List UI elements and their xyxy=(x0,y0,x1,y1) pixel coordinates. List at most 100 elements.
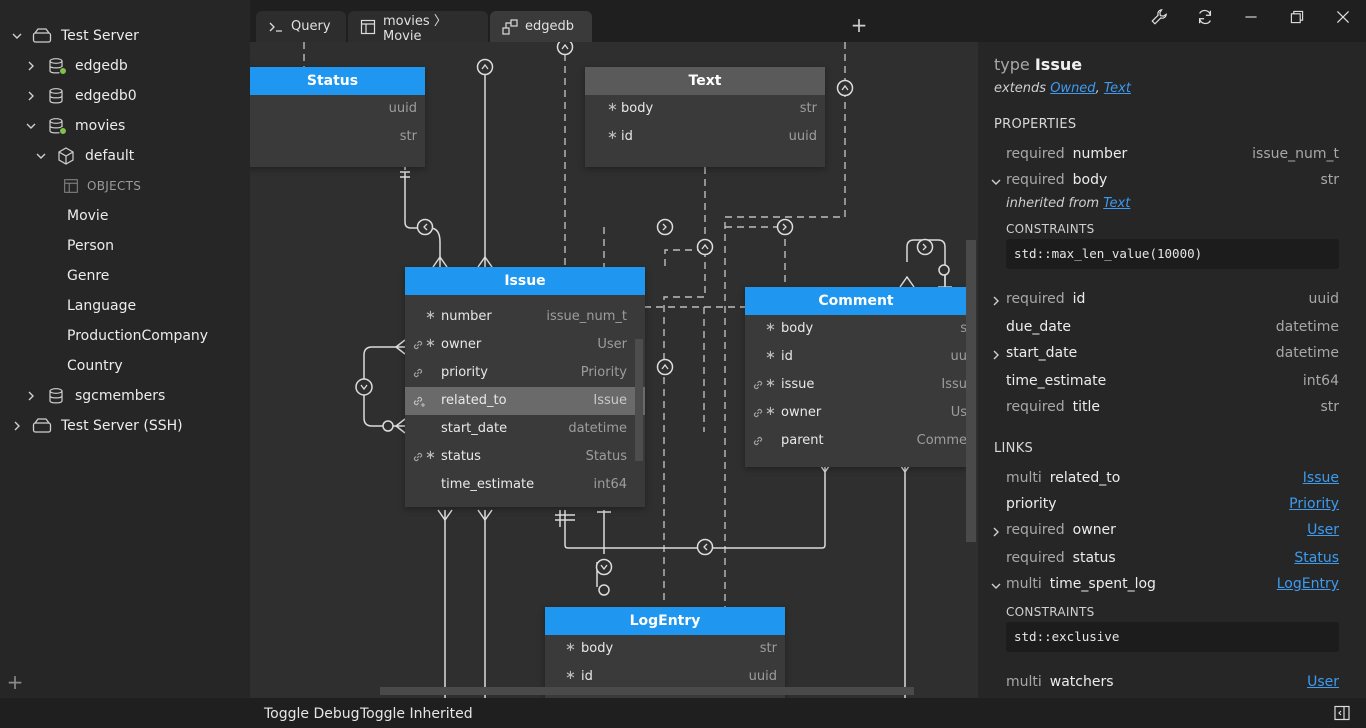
property-row-title[interactable]: required title str xyxy=(978,399,1366,419)
property-row-body[interactable]: required body str xyxy=(978,172,1366,192)
multi-link-icon xyxy=(411,394,425,408)
node-row[interactable]: estr xyxy=(250,123,425,151)
node-row[interactable]: ∗ number issue_num_t xyxy=(405,303,645,331)
schema-graph-icon xyxy=(502,18,518,35)
chevron-down-icon[interactable] xyxy=(990,580,1002,592)
chevron-down-icon[interactable] xyxy=(10,29,24,43)
link-row-watchers[interactable]: multi watchers User xyxy=(978,674,1366,694)
property-row-id[interactable]: required id uuid xyxy=(978,291,1366,311)
tree-item-person[interactable]: Person xyxy=(67,231,114,261)
tree-item-test-server[interactable]: Test Server xyxy=(10,21,139,51)
link-row-owner[interactable]: required owner User xyxy=(978,522,1366,542)
link-row-status[interactable]: required status Status xyxy=(978,550,1366,570)
chevron-right-icon[interactable] xyxy=(990,526,1002,538)
node-scrollbar[interactable] xyxy=(635,339,643,461)
chevron-down-icon[interactable] xyxy=(990,176,1002,188)
schema-graph-canvas[interactable]: Status uuid estr Text ∗bodystr ∗iduuid I… xyxy=(250,42,978,698)
link-row-time-spent-log[interactable]: multi time_spent_log LogEntry xyxy=(978,576,1366,596)
link-target[interactable]: Priority xyxy=(1289,496,1339,512)
toggle-side-panel-icon[interactable] xyxy=(1334,705,1350,721)
node-row[interactable]: ∗ issue Issu xyxy=(745,371,967,399)
tree-item-edgedb[interactable]: edgedb xyxy=(24,51,128,81)
node-row[interactable]: ∗ id uu xyxy=(745,343,967,371)
server-icon xyxy=(32,417,52,435)
node-title: Text xyxy=(585,67,825,95)
tree-item-genre[interactable]: Genre xyxy=(67,261,109,291)
inherited-from-link[interactable]: Text xyxy=(1103,196,1130,211)
tree-item-language[interactable]: Language xyxy=(67,291,136,321)
property-row-number[interactable]: required number issue_num_t xyxy=(978,146,1366,166)
tab-movies-movie[interactable]: movies 〉 Movie xyxy=(348,11,488,44)
node-status[interactable]: Status uuid estr xyxy=(250,67,425,167)
node-row[interactable]: ∗ body str xyxy=(585,95,825,123)
link-target[interactable]: Status xyxy=(1294,550,1339,566)
add-connection-button[interactable]: + xyxy=(6,672,24,692)
tab-query[interactable]: Query xyxy=(256,11,346,42)
canvas-horizontal-scrollbar[interactable] xyxy=(380,687,914,695)
tree-item-default[interactable]: default xyxy=(34,141,134,171)
tree-item-country[interactable]: Country xyxy=(67,351,123,381)
tree-item-label: movies xyxy=(75,118,126,134)
tree-item-movie[interactable]: Movie xyxy=(67,201,108,231)
extends-link-owned[interactable]: Owned xyxy=(1050,81,1095,96)
link-row-related-to[interactable]: multi related_to Issue xyxy=(978,470,1366,490)
chevron-right-icon[interactable] xyxy=(24,59,38,73)
node-row[interactable]: ∗ status Status xyxy=(405,443,645,471)
properties-heading: PROPERTIES xyxy=(994,117,1077,132)
toggle-debug-button[interactable]: Toggle Debug xyxy=(264,706,360,722)
link-row-priority[interactable]: priority Priority xyxy=(978,496,1366,516)
tree-item-sgcmembers[interactable]: sgcmembers xyxy=(24,381,165,411)
node-logentry[interactable]: LogEntry ∗ body str ∗ id uuid xyxy=(545,607,785,698)
toggle-inherited-button[interactable]: Toggle Inherited xyxy=(360,706,473,722)
tree-item-productioncompany[interactable]: ProductionCompany xyxy=(67,321,208,351)
node-comment[interactable]: Comment ∗ body s ∗ id uu ∗ issue Issu ∗ owner Us… xyxy=(745,287,967,467)
node-row[interactable]: ∗ body s xyxy=(745,315,967,343)
maximize-icon[interactable] xyxy=(1286,6,1308,28)
tree-item-movies[interactable]: movies xyxy=(24,111,125,141)
node-row[interactable]: start_date datetime xyxy=(405,415,645,443)
node-issue[interactable]: Issue ∗ number issue_num_t ∗ owner User prio… xyxy=(405,267,645,507)
link-target[interactable]: Issue xyxy=(1303,470,1339,486)
chevron-right-icon[interactable] xyxy=(990,349,1002,361)
chevron-right-icon[interactable] xyxy=(24,389,38,403)
chevron-down-icon[interactable] xyxy=(34,149,48,163)
node-row[interactable]: ∗ id uuid xyxy=(585,123,825,151)
chevron-right-icon[interactable] xyxy=(10,419,24,433)
chevron-right-icon[interactable] xyxy=(24,89,38,103)
new-tab-button[interactable]: + xyxy=(848,14,870,36)
tree-item-label: Person xyxy=(67,238,115,254)
property-row-start-date[interactable]: start_date datetime xyxy=(978,345,1366,365)
property-row-time-estimate[interactable]: time_estimate int64 xyxy=(978,373,1366,393)
node-row[interactable]: uuid xyxy=(250,95,425,123)
table-icon xyxy=(62,177,80,195)
link-target[interactable]: User xyxy=(1307,674,1339,690)
extends-link-text[interactable]: Text xyxy=(1104,81,1131,96)
tree-item-test-server-ssh[interactable]: Test Server (SSH) xyxy=(10,411,183,441)
tree-item-edgedb0[interactable]: edgedb0 xyxy=(24,81,137,111)
chevron-right-icon[interactable] xyxy=(990,295,1002,307)
node-row[interactable]: time_estimate int64 xyxy=(405,471,645,499)
tree-item-label: Test Server (SSH) xyxy=(61,418,183,434)
wrench-settings-icon[interactable] xyxy=(1148,6,1170,28)
canvas-vertical-scrollbar[interactable] xyxy=(966,240,976,542)
node-row[interactable]: priority Priority xyxy=(405,359,645,387)
node-row[interactable]: ∗ body str xyxy=(545,635,785,663)
node-row-selected[interactable]: related_to Issue xyxy=(405,387,645,415)
link-target[interactable]: User xyxy=(1307,522,1339,538)
database-icon xyxy=(46,117,67,135)
panel-kind: type xyxy=(994,55,1030,74)
refresh-icon[interactable] xyxy=(1194,6,1216,28)
minimize-icon[interactable] xyxy=(1240,6,1262,28)
property-row-due-date[interactable]: due_date datetime xyxy=(978,319,1366,339)
tab-edgedb[interactable]: edgedb xyxy=(490,11,592,42)
terminal-icon xyxy=(268,19,284,35)
close-icon[interactable] xyxy=(1332,6,1354,28)
required-star-icon: ∗ xyxy=(565,668,576,683)
tree-item-label: Movie xyxy=(67,208,109,224)
node-row[interactable]: ∗ owner Us xyxy=(745,399,967,427)
node-row[interactable]: ∗ owner User xyxy=(405,331,645,359)
link-target[interactable]: LogEntry xyxy=(1277,576,1339,592)
chevron-down-icon[interactable] xyxy=(24,119,38,133)
node-row[interactable]: parent Comme xyxy=(745,427,967,455)
node-text[interactable]: Text ∗ body str ∗ id uuid xyxy=(585,67,825,167)
